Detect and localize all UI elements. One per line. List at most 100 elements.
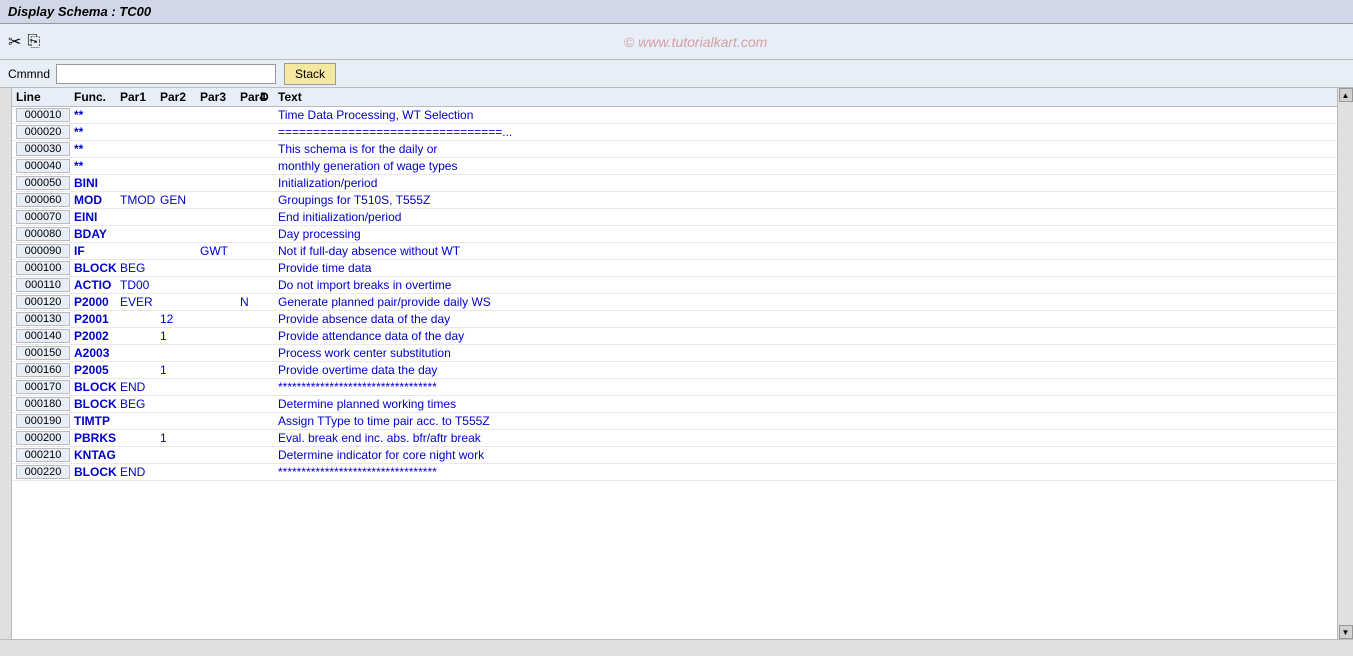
scroll-up-arrow[interactable]: ▲ (1339, 88, 1353, 102)
cell-par1 (120, 108, 160, 122)
cell-par1 (120, 363, 160, 377)
cell-text: Assign TType to time pair acc. to T555Z (278, 414, 1333, 428)
cell-par2 (160, 125, 200, 139)
cell-par2 (160, 244, 200, 258)
cell-par4 (240, 414, 260, 428)
toolbar: ✂ ⎘ © www.tutorialkart.com (0, 24, 1353, 60)
cell-par1: BEG (120, 261, 160, 275)
table-row[interactable]: 000120 P2000 EVER N Generate planned pai… (12, 294, 1337, 311)
cell-par3 (200, 176, 240, 190)
table-row[interactable]: 000010 ** Time Data Processing, WT Selec… (12, 107, 1337, 124)
bottom-scrollbar[interactable] (0, 639, 1353, 655)
table-row[interactable]: 000200 PBRKS 1 Eval. break end inc. abs.… (12, 430, 1337, 447)
cell-line: 000090 (16, 244, 70, 258)
cell-par4 (240, 125, 260, 139)
table-row[interactable]: 000060 MOD TMOD GEN Groupings for T510S,… (12, 192, 1337, 209)
cell-par2 (160, 380, 200, 394)
cell-func: ** (74, 142, 120, 156)
cell-par3 (200, 278, 240, 292)
cell-text: monthly generation of wage types (278, 159, 1333, 173)
table-row[interactable]: 000100 BLOCK BEG Provide time data (12, 260, 1337, 277)
table-row[interactable]: 000140 P2002 1 Provide attendance data o… (12, 328, 1337, 345)
table-row[interactable]: 000130 P2001 12 Provide absence data of … (12, 311, 1337, 328)
table-row[interactable]: 000210 KNTAG Determine indicator for cor… (12, 447, 1337, 464)
table-body: 000010 ** Time Data Processing, WT Selec… (12, 107, 1337, 481)
cell-line: 000040 (16, 159, 70, 173)
cell-par4: N (240, 295, 260, 309)
cell-line: 000080 (16, 227, 70, 241)
cell-par3 (200, 363, 240, 377)
cell-func: A2003 (74, 346, 120, 360)
cell-par1: BEG (120, 397, 160, 411)
table-row[interactable]: 000080 BDAY Day processing (12, 226, 1337, 243)
cell-text: ********************************** (278, 380, 1333, 394)
cell-d (260, 244, 278, 258)
table-row[interactable]: 000070 EINI End initialization/period (12, 209, 1337, 226)
cell-line: 000170 (16, 380, 70, 394)
cell-par4 (240, 227, 260, 241)
table-row[interactable]: 000110 ACTIO TD00 Do not import breaks i… (12, 277, 1337, 294)
command-input[interactable] (56, 64, 276, 84)
cell-text: Process work center substitution (278, 346, 1333, 360)
header-line: Line (16, 90, 74, 104)
cell-text: Groupings for T510S, T555Z (278, 193, 1333, 207)
table-row[interactable]: 000040 ** monthly generation of wage typ… (12, 158, 1337, 175)
cell-par3 (200, 227, 240, 241)
cell-par2 (160, 210, 200, 224)
cell-par2 (160, 295, 200, 309)
cell-par4 (240, 159, 260, 173)
cell-func: IF (74, 244, 120, 258)
scissors-icon[interactable]: ✂ (8, 32, 21, 52)
cell-par3 (200, 346, 240, 360)
table-row[interactable]: 000160 P2005 1 Provide overtime data the… (12, 362, 1337, 379)
command-bar: Cmmnd Stack (0, 60, 1353, 88)
table-row[interactable]: 000030 ** This schema is for the daily o… (12, 141, 1337, 158)
cell-par1 (120, 227, 160, 241)
table-row[interactable]: 000090 IF GWT Not if full-day absence wi… (12, 243, 1337, 260)
table-row[interactable]: 000180 BLOCK BEG Determine planned worki… (12, 396, 1337, 413)
cell-line: 000210 (16, 448, 70, 462)
table-row[interactable]: 000220 BLOCK END ***********************… (12, 464, 1337, 481)
table-row[interactable]: 000190 TIMTP Assign TType to time pair a… (12, 413, 1337, 430)
cell-par4 (240, 278, 260, 292)
cell-par3 (200, 465, 240, 479)
cell-d (260, 414, 278, 428)
table-row[interactable]: 000020 ** ==============================… (12, 124, 1337, 141)
cell-par4 (240, 108, 260, 122)
watermark: © www.tutorialkart.com (46, 34, 1345, 50)
cell-func: BINI (74, 176, 120, 190)
cell-text: ********************************** (278, 465, 1333, 479)
stack-button[interactable]: Stack (284, 63, 336, 85)
cell-text: Time Data Processing, WT Selection (278, 108, 1333, 122)
cell-par2 (160, 465, 200, 479)
scroll-right[interactable]: ▲ ▼ (1337, 88, 1353, 639)
copy-icon[interactable]: ⎘ (27, 33, 40, 51)
table-row[interactable]: 000050 BINI Initialization/period (12, 175, 1337, 192)
cell-text: ================================... (278, 125, 1333, 139)
bottom-scroll-track[interactable] (0, 640, 1353, 656)
cell-d (260, 227, 278, 241)
cell-par2: GEN (160, 193, 200, 207)
cell-line: 000060 (16, 193, 70, 207)
cell-par3 (200, 125, 240, 139)
table-row[interactable]: 000150 A2003 Process work center substit… (12, 345, 1337, 362)
cell-text: Provide attendance data of the day (278, 329, 1333, 343)
cell-text: Determine indicator for core night work (278, 448, 1333, 462)
cell-line: 000160 (16, 363, 70, 377)
cell-par2: 12 (160, 312, 200, 326)
cell-d (260, 431, 278, 445)
cell-d (260, 346, 278, 360)
cell-text: Day processing (278, 227, 1333, 241)
cell-par1 (120, 125, 160, 139)
cell-line: 000070 (16, 210, 70, 224)
cell-d (260, 448, 278, 462)
cell-line: 000140 (16, 329, 70, 343)
cell-func: TIMTP (74, 414, 120, 428)
cell-par1: TMOD (120, 193, 160, 207)
cell-par2 (160, 278, 200, 292)
cell-par4 (240, 363, 260, 377)
cell-par4 (240, 244, 260, 258)
content-area: Line Func. Par1 Par2 Par3 Par4 D Text 00… (12, 88, 1337, 639)
cell-line: 000130 (16, 312, 70, 326)
table-row[interactable]: 000170 BLOCK END ***********************… (12, 379, 1337, 396)
